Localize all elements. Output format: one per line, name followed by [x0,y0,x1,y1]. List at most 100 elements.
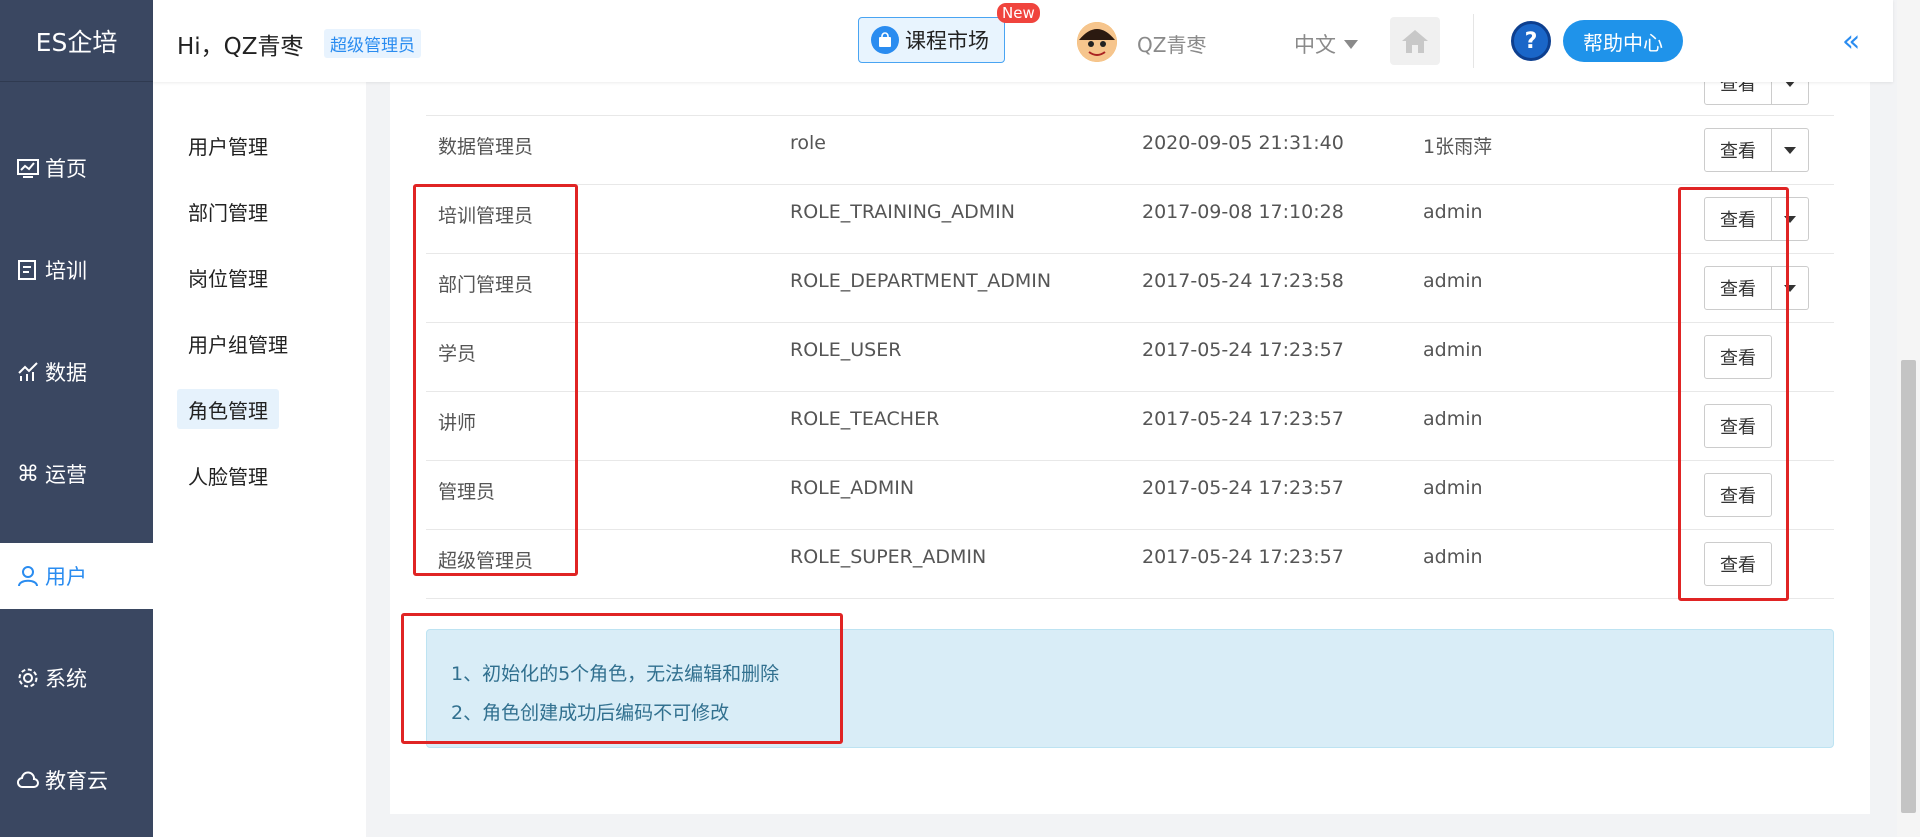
row-actions: 查看 [1704,335,1772,379]
sidebar-item-label: 运营 [45,463,87,487]
top-header: Hi，QZ青枣 超级管理员 课程市场 New QZ青枣 中文 ? 帮助中心 « [153,0,1893,82]
created-time-cell: 2020-09-05 21:31:40 [1142,132,1344,154]
view-button[interactable]: 查看 [1704,335,1772,379]
submenu-position-management[interactable]: 岗位管理 [177,257,279,297]
sidebar-item-label: 培训 [45,259,87,283]
avatar[interactable] [1077,22,1117,62]
caret-down-icon [1784,215,1796,223]
home-icon [1402,30,1428,53]
submenu-user-group-management[interactable]: 用户组管理 [177,323,299,363]
row-actions: 查看 [1704,128,1809,172]
sidebar-item-training[interactable]: 培训 [0,237,153,303]
command-icon: ⌘ [17,461,39,487]
table-row: 学员 ROLE_USER 2017-05-24 17:23:57 admin 查看 [426,323,1834,392]
created-time-cell: 2017-05-24 17:23:57 [1142,546,1344,568]
role-name-cell: 培训管理员 [438,205,534,227]
created-time-cell: 2017-05-24 17:23:57 [1142,477,1344,499]
bar-chart-icon [17,361,39,383]
table-row: 数据管理员 role 2020-09-05 21:31:40 1张雨萍 查看 [426,116,1834,185]
user-submenu: 用户管理 部门管理 岗位管理 用户组管理 角色管理 人脸管理 [153,82,366,837]
row-actions: 查看 [1704,404,1772,448]
shopping-bag-icon [871,26,899,54]
caret-down-icon [1784,284,1796,292]
course-market-button[interactable]: 课程市场 [858,17,1005,63]
role-code-cell: ROLE_USER [790,339,902,361]
view-button[interactable]: 查看 [1704,128,1772,172]
creator-cell: admin [1423,546,1483,568]
sidebar-item-label: 首页 [45,157,87,181]
creator-cell: admin [1423,270,1483,292]
table-row: 超级管理员 ROLE_SUPER_ADMIN 2017-05-24 17:23:57… [426,530,1834,599]
sidebar-item-users[interactable]: 用户 [0,543,153,609]
role-name-cell: 学员 [438,343,477,365]
collapse-icon[interactable]: « [1842,24,1860,59]
table-row: 部门管理员 ROLE_DEPARTMENT_ADMIN 2017-05-24 17:… [426,254,1834,323]
caret-down-icon [1344,39,1358,49]
info-note: 1、初始化的5个角色，无法编辑和删除 2、角色创建成功后编码不可修改 [426,629,1834,748]
created-time-cell: 2017-05-24 17:23:58 [1142,270,1344,292]
role-name-cell: 数据管理员 [438,136,534,158]
row-dropdown-button[interactable] [1772,197,1809,241]
header-divider [1473,14,1474,68]
chart-icon [17,157,39,179]
creator-cell: admin [1423,408,1483,430]
submenu-role-management[interactable]: 角色管理 [177,389,279,429]
language-label: 中文 [1294,33,1336,57]
caret-down-icon [1784,146,1796,154]
sidebar-item-home[interactable]: 首页 [0,135,153,201]
table-row: 管理员 ROLE_ADMIN 2017-05-24 17:23:57 admin 查看 [426,461,1834,530]
sidebar-item-label: 数据 [45,361,87,385]
creator-cell: admin [1423,477,1483,499]
sidebar-item-label: 用户 [45,565,87,589]
submenu-department-management[interactable]: 部门管理 [177,191,279,231]
role-code-cell: ROLE_TRAINING_ADMIN [790,201,1015,223]
submenu-face-management[interactable]: 人脸管理 [177,455,279,495]
created-time-cell: 2017-09-08 17:10:28 [1142,201,1344,223]
role-code-cell: ROLE_DEPARTMENT_ADMIN [790,270,1052,292]
sidebar-item-system[interactable]: 系统 [0,645,153,711]
role-code-cell: ROLE_TEACHER [790,408,940,430]
table-row: 培训管理员 ROLE_TRAINING_ADMIN 2017-09-08 17:10… [426,185,1834,254]
row-actions: 查看 [1704,473,1772,517]
sidebar: ES企培 首页 培训 数据 ⌘ 运营 用户 系统 教育云 [0,0,153,837]
sidebar-item-label: 教育云 [45,769,108,793]
role-name-cell: 超级管理员 [438,550,534,572]
note-line: 2、角色创建成功后编码不可修改 [451,702,730,724]
username[interactable]: QZ青枣 [1137,29,1206,58]
greeting: Hi，QZ青枣 [177,34,304,60]
row-dropdown-button[interactable] [1772,266,1809,310]
new-badge: New [997,3,1040,23]
help-center-button[interactable]: 帮助中心 [1563,20,1683,62]
creator-cell: admin [1423,201,1483,223]
scrollbar-thumb[interactable] [1901,360,1916,813]
home-button[interactable] [1390,17,1440,65]
creator-cell: 1张雨萍 [1423,136,1493,158]
submenu-user-management[interactable]: 用户管理 [177,125,279,165]
user-icon [17,565,39,587]
help-icon[interactable]: ? [1511,21,1551,61]
row-actions: 查看 [1704,266,1809,310]
course-market-label: 课程市场 [905,29,989,53]
view-button[interactable]: 查看 [1704,197,1772,241]
sidebar-item-label: 系统 [45,667,87,691]
row-dropdown-button[interactable] [1772,128,1809,172]
role-code-cell: ROLE_ADMIN [790,477,915,499]
brand-logo[interactable]: ES企培 [0,0,153,82]
sidebar-item-data[interactable]: 数据 [0,339,153,405]
view-button[interactable]: 查看 [1704,542,1772,586]
creator-cell: admin [1423,339,1483,361]
sidebar-item-operations[interactable]: ⌘ 运营 [0,441,153,507]
view-button[interactable]: 查看 [1704,404,1772,448]
role-name-cell: 管理员 [438,481,496,503]
row-actions: 查看 [1704,197,1809,241]
view-button[interactable]: 查看 [1704,473,1772,517]
role-name-cell: 部门管理员 [438,274,534,296]
table-row: 讲师 ROLE_TEACHER 2017-05-24 17:23:57 admin 查看 [426,392,1834,461]
cloud-icon [17,769,39,791]
role-badge: 超级管理员 [324,29,421,58]
role-name-cell: 讲师 [438,412,477,434]
view-button[interactable]: 查看 [1704,266,1772,310]
sidebar-item-edu-cloud[interactable]: 教育云 [0,747,153,813]
language-select[interactable]: 中文 [1294,29,1358,59]
page-scrollbar[interactable] [1897,0,1920,837]
